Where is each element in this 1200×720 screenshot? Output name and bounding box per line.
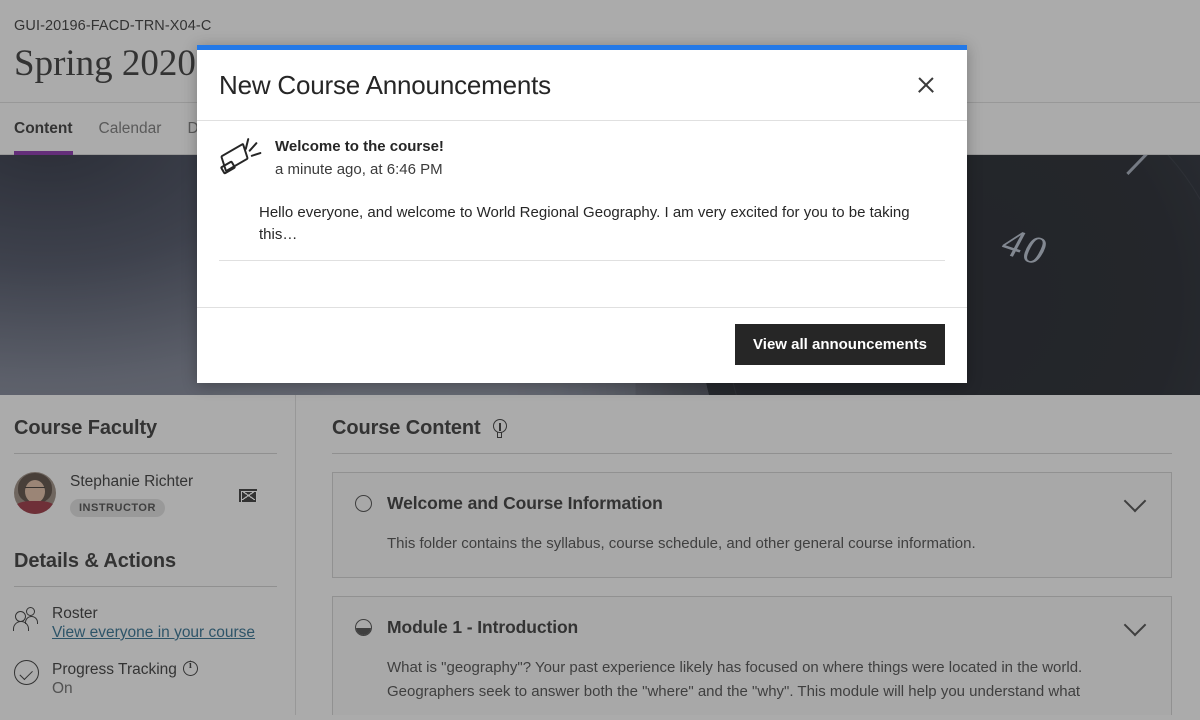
- close-icon[interactable]: [909, 68, 943, 102]
- announcement-item[interactable]: Welcome to the course! a minute ago, at …: [219, 137, 945, 180]
- modal-footer: View all announcements: [197, 307, 967, 383]
- megaphone-icon: [219, 139, 265, 179]
- new-announcements-modal: New Course Announcements Welcome to the …: [197, 45, 967, 383]
- modal-header: New Course Announcements: [197, 50, 967, 121]
- modal-spacer: [219, 261, 945, 307]
- modal-title: New Course Announcements: [219, 70, 909, 101]
- view-all-announcements-button[interactable]: View all announcements: [735, 324, 945, 365]
- announcement-timestamp: a minute ago, at 6:46 PM: [275, 159, 444, 180]
- modal-body: Welcome to the course! a minute ago, at …: [197, 121, 967, 307]
- announcement-body: Hello everyone, and welcome to World Reg…: [219, 202, 945, 261]
- announcement-title: Welcome to the course!: [275, 137, 444, 157]
